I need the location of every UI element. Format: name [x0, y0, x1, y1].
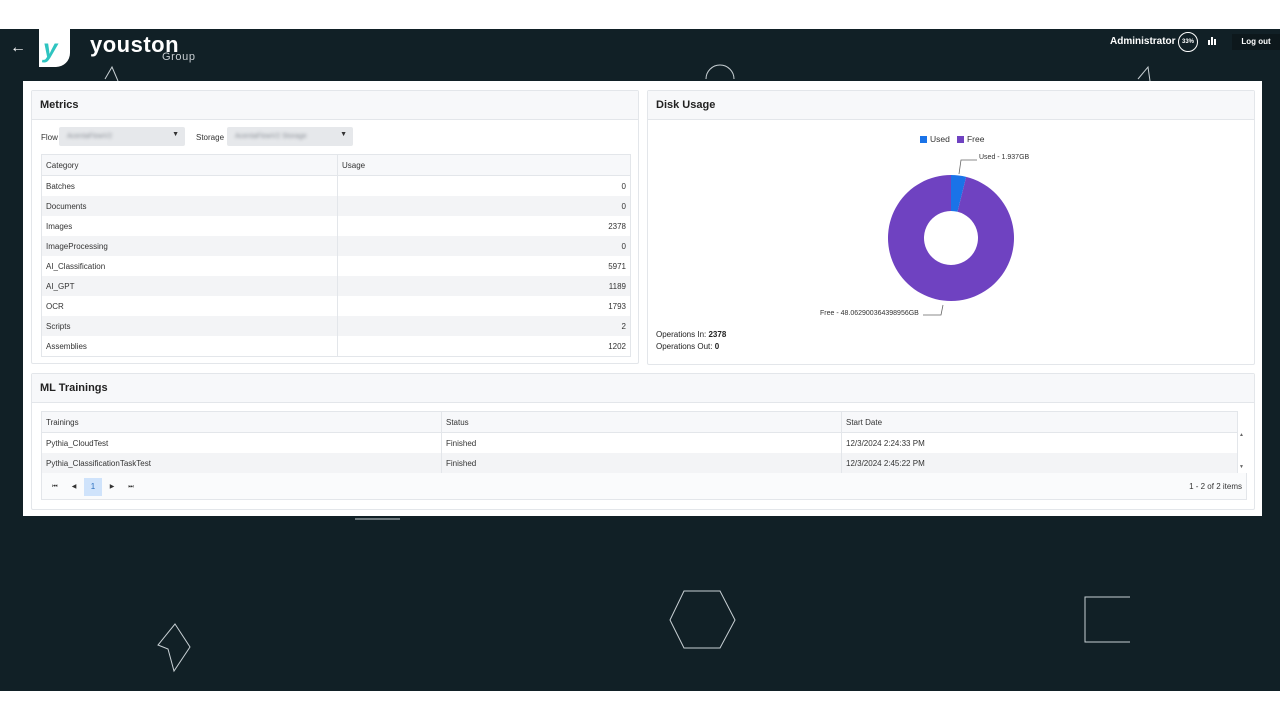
metrics-title: Metrics — [32, 91, 638, 120]
storage-dropdown[interactable]: AcentaFlowV2 Storage ▼ — [227, 127, 353, 146]
category-cell: ImageProcessing — [41, 236, 338, 256]
usage-cell: 2378 — [337, 216, 631, 236]
used-label-leader — [958, 159, 977, 175]
prev-page-icon[interactable]: ◀ — [65, 478, 83, 496]
next-page-icon[interactable]: ▶ — [103, 478, 121, 496]
operations-in: Operations In: 2378 — [656, 330, 727, 339]
logo: y — [39, 29, 70, 67]
brand-subtitle: Group — [162, 51, 196, 63]
column-header-start-date[interactable]: Start Date — [841, 411, 1238, 433]
pagination-info: 1 - 2 of 2 items — [1189, 482, 1242, 491]
table-row[interactable]: Scripts 2 — [41, 316, 631, 336]
progress-badge[interactable]: 33% — [1178, 32, 1198, 52]
pagination-bar: ⏮ ◀ 1 ▶ ⏭ 1 - 2 of 2 items — [41, 473, 1247, 500]
flow-dropdown[interactable]: AcentaFlowV2 ▼ — [59, 127, 185, 146]
disk-usage-card: Disk Usage Used Free Used - 1.937GB Free… — [647, 90, 1255, 365]
back-arrow-icon[interactable]: ← — [6, 36, 30, 60]
table-row[interactable]: AI_Classification 5971 — [41, 256, 631, 276]
metrics-card: Metrics Flow AcentaFlowV2 ▼ Storage Acen… — [31, 90, 639, 364]
table-scrollbar[interactable]: ▲ ▼ — [1237, 411, 1246, 473]
table-row[interactable]: Assemblies 1202 — [41, 336, 631, 357]
category-cell: OCR — [41, 296, 338, 316]
usage-cell: 1202 — [337, 336, 631, 357]
free-label-leader — [923, 304, 944, 316]
category-cell: Images — [41, 216, 338, 236]
metrics-table: Category Usage Batches 0 Documents 0 Image… — [41, 154, 631, 357]
column-header-trainings[interactable]: Trainings — [41, 411, 442, 433]
usage-cell: 1189 — [337, 276, 631, 296]
category-cell: AI_GPT — [41, 276, 338, 296]
usage-cell: 0 — [337, 236, 631, 256]
category-cell: Batches — [41, 175, 338, 196]
category-cell: Documents — [41, 196, 338, 216]
disk-usage-donut-chart — [888, 159, 1014, 316]
table-row[interactable]: Batches 0 — [41, 175, 631, 196]
column-header-usage[interactable]: Usage — [337, 154, 631, 176]
table-row[interactable]: OCR 1793 — [41, 296, 631, 316]
free-slice-label: Free - 48.062900364398956GB — [820, 310, 919, 317]
ml-trainings-card: ML Trainings Trainings Status Start Date… — [31, 373, 1255, 510]
first-page-icon[interactable]: ⏮ — [46, 478, 64, 496]
start-date-cell: 12/3/2024 2:45:22 PM — [841, 453, 1238, 473]
table-row[interactable]: Pythia_ClassificationTaskTest Finished 1… — [41, 453, 1238, 473]
operations-out: Operations Out: 0 — [656, 342, 720, 351]
training-name-cell: Pythia_ClassificationTaskTest — [41, 453, 442, 473]
table-row[interactable]: Images 2378 — [41, 216, 631, 236]
category-cell: Scripts — [41, 316, 338, 336]
used-slice-label: Used - 1.937GB — [979, 154, 1030, 161]
usage-cell: 0 — [337, 175, 631, 196]
user-name[interactable]: Administrator — [1110, 36, 1176, 47]
storage-label: Storage — [196, 133, 225, 142]
usage-cell: 1793 — [337, 296, 631, 316]
column-header-status[interactable]: Status — [441, 411, 842, 433]
column-header-category[interactable]: Category — [41, 154, 338, 176]
status-cell: Finished — [441, 453, 842, 473]
table-row[interactable]: AI_GPT 1189 — [41, 276, 631, 296]
usage-cell: 0 — [337, 196, 631, 216]
flow-value: AcentaFlowV2 — [67, 133, 113, 140]
category-cell: Assemblies — [41, 336, 338, 357]
usage-cell: 5971 — [337, 256, 631, 276]
last-page-icon[interactable]: ⏭ — [122, 478, 140, 496]
chevron-down-icon: ▼ — [340, 131, 347, 138]
dashboard-content: Metrics Flow AcentaFlowV2 ▼ Storage Acen… — [23, 81, 1262, 516]
training-name-cell: Pythia_CloudTest — [41, 432, 442, 453]
usage-cell: 2 — [337, 316, 631, 336]
flow-label: Flow — [41, 133, 58, 142]
stats-icon[interactable] — [1208, 37, 1217, 45]
pie-slice-free[interactable] — [888, 175, 1014, 301]
ml-trainings-title: ML Trainings — [32, 374, 1254, 403]
status-cell: Finished — [441, 432, 842, 453]
storage-value: AcentaFlowV2 Storage — [235, 133, 307, 140]
disk-usage-title: Disk Usage — [648, 91, 1254, 120]
table-row[interactable]: ImageProcessing 0 — [41, 236, 631, 256]
page-button-current[interactable]: 1 — [84, 478, 102, 496]
chevron-down-icon: ▼ — [172, 131, 179, 138]
table-row[interactable]: Pythia_CloudTest Finished 12/3/2024 2:24… — [41, 432, 1238, 453]
start-date-cell: 12/3/2024 2:24:33 PM — [841, 432, 1238, 453]
logout-button[interactable]: Log out — [1232, 34, 1280, 50]
table-row[interactable]: Documents 0 — [41, 196, 631, 216]
ml-trainings-table: Trainings Status Start Date Pythia_Cloud… — [41, 411, 1238, 473]
category-cell: AI_Classification — [41, 256, 338, 276]
